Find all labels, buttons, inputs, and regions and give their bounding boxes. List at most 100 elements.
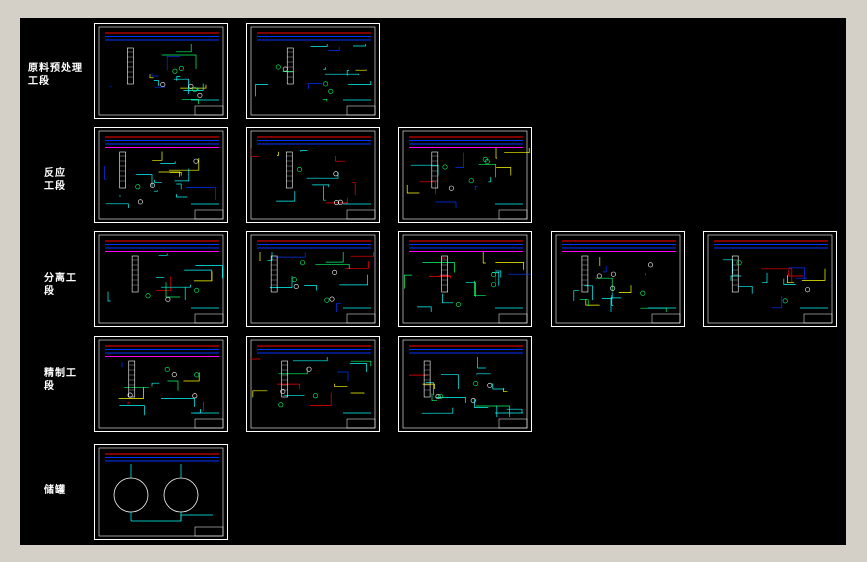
tank-shape <box>163 477 199 513</box>
pipe-line <box>165 282 181 298</box>
pipe-line <box>352 182 356 196</box>
title-block <box>194 526 224 537</box>
pump-symbol <box>172 68 178 74</box>
pump-symbol <box>333 171 339 177</box>
pipe-line <box>425 382 434 396</box>
drawing-thumbnail <box>707 234 833 324</box>
drawing-thumbnail <box>402 234 531 324</box>
sheet-separation-4[interactable] <box>551 231 685 327</box>
title-block <box>346 418 376 429</box>
pipe-line <box>345 261 369 269</box>
pipe-line <box>610 297 622 312</box>
pipe-line <box>336 303 341 312</box>
pipe-line <box>788 267 805 280</box>
pipe-line <box>277 383 300 389</box>
column-vessel <box>581 255 589 293</box>
pipe-line <box>353 44 366 47</box>
pump-symbol <box>312 393 318 399</box>
pipe-line <box>496 167 512 176</box>
pipe-line <box>185 187 216 200</box>
pipe-line <box>310 44 328 47</box>
pipe-line <box>422 262 455 273</box>
pump-symbol <box>135 184 141 190</box>
pipe-line <box>602 292 613 299</box>
title-block <box>346 209 376 220</box>
pump-symbol <box>149 182 155 188</box>
pipe-line <box>121 362 124 367</box>
pipe-line <box>355 69 367 71</box>
pipe-line <box>339 274 368 286</box>
sheet-reaction-3[interactable] <box>398 127 532 223</box>
pipe-line <box>477 357 486 369</box>
pipe-line <box>323 67 326 70</box>
pipe-line <box>160 161 176 164</box>
pipe-line <box>154 179 162 183</box>
column-vessel <box>270 255 278 293</box>
sheet-separation-1[interactable] <box>94 231 228 327</box>
pipe-line <box>441 257 445 265</box>
column-vessel <box>119 151 126 189</box>
pipe-line <box>762 273 768 284</box>
pipe-line <box>304 285 317 291</box>
drawing-thumbnail <box>250 234 376 324</box>
sheet-storage-1[interactable] <box>94 444 228 540</box>
pipe-line <box>259 252 261 262</box>
pipe-line <box>410 164 439 176</box>
pump-symbol <box>137 199 143 205</box>
pump-symbol <box>171 372 177 378</box>
pipe-line <box>435 201 457 208</box>
column-vessel <box>128 360 136 398</box>
pipe-line <box>482 252 486 264</box>
pump-symbol <box>324 297 330 303</box>
pump-symbol <box>293 283 299 289</box>
pipe-line <box>151 72 159 77</box>
pump-symbol <box>329 296 335 302</box>
pipe-line <box>152 151 163 161</box>
pipe-line <box>195 265 223 279</box>
title-block <box>803 313 833 324</box>
pump-symbol <box>178 65 184 71</box>
sheet-separation-2[interactable] <box>246 231 380 327</box>
sheet-reaction-1[interactable] <box>94 127 228 223</box>
drawing-thumbnail <box>98 130 224 220</box>
pump-symbol <box>197 92 203 98</box>
pipe-line <box>455 152 464 168</box>
pipe-line <box>771 295 783 309</box>
pump-symbol <box>468 178 474 184</box>
pipe-line <box>595 277 613 292</box>
pipe-line <box>184 286 186 300</box>
pump-symbol <box>160 82 166 88</box>
pipe-line <box>284 394 305 396</box>
pipe-line <box>478 163 496 178</box>
pump-symbol <box>192 393 198 399</box>
pipe-line <box>252 390 268 398</box>
sheet-refining-3[interactable] <box>398 336 532 432</box>
sheet-separation-3[interactable] <box>398 231 532 327</box>
column-vessel <box>127 47 134 85</box>
pipe-line <box>506 408 523 413</box>
pipe-line <box>250 357 261 360</box>
pipe-line <box>441 374 459 389</box>
pipe-line <box>335 156 345 162</box>
pump-symbol <box>278 402 284 408</box>
pipe-line <box>476 373 491 375</box>
drawing-thumbnail <box>402 339 528 429</box>
drawing-thumbnail <box>98 447 224 537</box>
pipe-line <box>602 266 607 273</box>
pump-symbol <box>282 66 288 72</box>
title-block <box>346 105 376 116</box>
sheet-pretreatment-1[interactable] <box>94 23 228 119</box>
pipe-line <box>110 85 112 88</box>
pipe-line <box>474 185 478 190</box>
sheet-pretreatment-2[interactable] <box>246 23 380 119</box>
sheet-separation-5[interactable] <box>703 231 837 327</box>
sheet-reaction-2[interactable] <box>246 127 380 223</box>
pipe-line <box>421 407 454 414</box>
pipe-line <box>300 150 308 152</box>
sheet-refining-1[interactable] <box>94 336 228 432</box>
column-vessel <box>131 255 139 293</box>
pipe-line <box>309 392 332 406</box>
sheet-refining-2[interactable] <box>246 336 380 432</box>
pipe-line <box>203 401 205 411</box>
pipe-line <box>640 307 667 312</box>
